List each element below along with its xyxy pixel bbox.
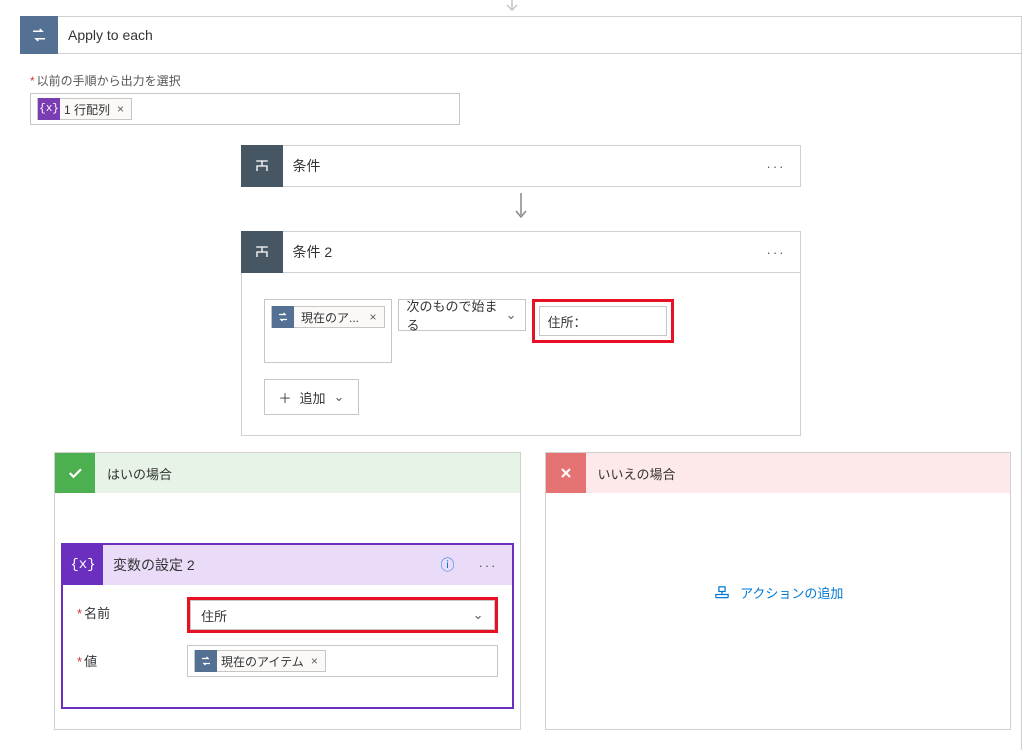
condition-1-title: 条件	[293, 156, 753, 176]
token-row-array[interactable]: {x} 1 行配列 ×	[37, 98, 132, 120]
name-input-highlight: 住所 ⌄	[187, 597, 498, 633]
chevron-down-icon: ⌄	[506, 307, 517, 323]
condition-2-header[interactable]: 条件 2 ···	[241, 231, 801, 273]
chevron-down-icon: ⌄	[473, 607, 484, 623]
yes-branch: はいの場合 {x} 変数の設定 2 ⓘ ···	[54, 452, 521, 730]
condition-1-header[interactable]: 条件 ···	[241, 145, 801, 187]
token-current-item[interactable]: 現在のアイテム ×	[194, 650, 326, 672]
more-menu-icon[interactable]: ···	[465, 558, 512, 573]
close-icon	[546, 453, 586, 493]
conditions-column: 条件 ··· 条件 2 ···	[241, 145, 801, 436]
remove-token-icon[interactable]: ×	[114, 102, 127, 116]
help-icon[interactable]: ⓘ	[441, 555, 455, 575]
branches-row: はいの場合 {x} 変数の設定 2 ⓘ ···	[54, 452, 1011, 730]
no-branch-header[interactable]: いいえの場合	[546, 453, 1011, 493]
condition-value-input[interactable]: 住所：	[539, 306, 667, 336]
set-variable-card: {x} 変数の設定 2 ⓘ ··· *名前	[61, 543, 514, 709]
condition-2-body: 現在のア... × 次のもので始まる ⌄ 住所：	[241, 273, 801, 436]
yes-branch-title: はいの場合	[107, 464, 172, 483]
condition-operator-select[interactable]: 次のもので始まる ⌄	[398, 299, 526, 331]
condition-left-operand[interactable]: 現在のア... ×	[264, 299, 392, 363]
output-select-section: *以前の手順から出力を選択 {x} 1 行配列 ×	[30, 72, 1011, 125]
value-label: *値	[77, 645, 187, 670]
check-icon	[55, 453, 95, 493]
remove-token-icon[interactable]: ×	[308, 654, 321, 668]
yes-branch-header[interactable]: はいの場合	[55, 453, 520, 493]
top-connector	[501, 0, 523, 16]
loop-icon	[272, 306, 294, 328]
output-select-label: *以前の手順から出力を選択	[30, 72, 1011, 89]
variable-name-select[interactable]: 住所 ⌄	[190, 600, 495, 630]
token-current-item[interactable]: 現在のア... ×	[271, 306, 385, 328]
loop-icon	[20, 16, 58, 54]
connector-arrow	[241, 193, 801, 223]
apply-to-each-header[interactable]: Apply to each	[20, 16, 1022, 54]
condition-icon	[241, 145, 283, 187]
apply-to-each-card: Apply to each *以前の手順から出力を選択 {x} 1 行配列 ×	[20, 16, 1022, 750]
condition-2-title: 条件 2	[293, 242, 753, 262]
condition-value-highlight: 住所：	[532, 299, 674, 343]
more-menu-icon[interactable]: ···	[753, 245, 800, 260]
output-select-input[interactable]: {x} 1 行配列 ×	[30, 93, 460, 125]
condition-icon	[241, 231, 283, 273]
add-action-icon	[712, 585, 732, 601]
add-condition-button[interactable]: ＋ 追加 ⌄	[264, 379, 360, 415]
no-branch: いいえの場合 アクションの追加	[545, 452, 1012, 730]
add-action-button[interactable]: アクションの追加	[552, 583, 1005, 602]
plus-icon: ＋	[279, 388, 292, 407]
chevron-down-icon: ⌄	[334, 389, 345, 405]
remove-token-icon[interactable]: ×	[366, 310, 379, 324]
variable-value-input[interactable]: 現在のアイテム ×	[187, 645, 498, 677]
set-variable-title: 変数の設定 2	[113, 555, 441, 575]
variable-icon: {x}	[63, 545, 103, 585]
no-branch-title: いいえの場合	[598, 464, 676, 483]
loop-icon	[195, 650, 217, 672]
variable-icon: {x}	[38, 98, 60, 120]
name-label: *名前	[77, 597, 187, 622]
apply-to-each-title: Apply to each	[68, 27, 153, 43]
more-menu-icon[interactable]: ···	[753, 159, 800, 174]
set-variable-header[interactable]: {x} 変数の設定 2 ⓘ ···	[63, 545, 512, 585]
